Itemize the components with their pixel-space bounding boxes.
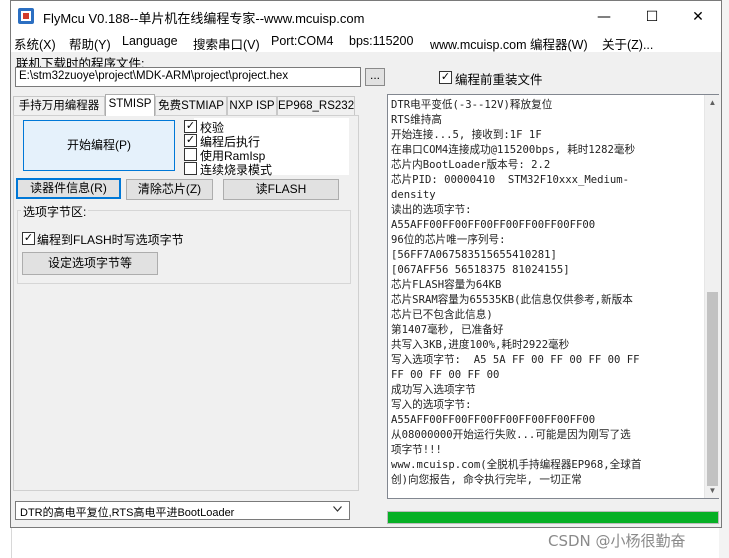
read-device-info-button[interactable]: 读器件信息(R) — [16, 178, 121, 199]
write-option-bytes-label: 编程到FLASH时写选项字节 — [37, 233, 184, 247]
chevron-down-icon[interactable] — [333, 506, 342, 512]
log-line: 芯片PID: 00000410 STM32F10xxx_Medium- — [391, 174, 630, 186]
menu-programmer[interactable]: www.mcuisp.com 编程器(W) — [430, 34, 588, 53]
tab-handheld-programmer[interactable]: 手持万用编程器 — [13, 96, 105, 115]
menu-about[interactable]: 关于(Z)... — [602, 34, 653, 53]
tab-stmisp[interactable]: STMISP — [105, 94, 155, 116]
log-line: 芯片SRAM容量为65535KB(此信息仅供参考,新版本 — [391, 294, 633, 306]
scroll-up-icon[interactable]: ▲ — [705, 96, 720, 110]
use-ramisp-checkbox[interactable] — [184, 148, 197, 161]
log-text: DTR电平变低(-3--12V)释放复位 RTS维持高开始连接...5, 接收到:… — [391, 98, 703, 488]
log-line: [56FF7A067583515655410281] — [391, 249, 557, 261]
menu-language[interactable]: Language — [122, 34, 178, 48]
menu-bar: 系统(X) 帮助(Y) Language 搜索串口(V) Port:COM4 b… — [11, 32, 721, 52]
menu-bps[interactable]: bps:115200 — [349, 34, 413, 48]
log-scrollbar[interactable]: ▲ ▼ — [704, 95, 719, 498]
close-button[interactable]: ✕ — [675, 1, 721, 32]
flymcu-window: FlyMcu V0.188--单片机在线编程专家--www.mcuisp.com… — [10, 0, 722, 528]
log-line: 读出的选项字节: — [391, 204, 472, 216]
reset-mode-select[interactable]: DTR的高电平复位,RTS高电平进BootLoader — [15, 501, 350, 520]
log-line: 96位的芯片唯一序列号: — [391, 234, 506, 246]
scroll-thumb[interactable] — [707, 292, 718, 486]
title-bar: FlyMcu V0.188--单片机在线编程专家--www.mcuisp.com… — [11, 1, 721, 32]
log-line: FF 00 FF 00 FF 00 — [391, 369, 500, 381]
start-programming-button[interactable]: 开始编程(P) — [23, 120, 175, 171]
maximize-button[interactable]: ☐ — [629, 1, 675, 32]
log-line: 芯片内BootLoader版本号: 2.2 — [391, 159, 551, 171]
log-line: 写入的选项字节: — [391, 399, 472, 411]
continuous-mode-checkbox[interactable] — [184, 162, 197, 175]
log-line: [067AFF56 56518375 81024155] — [391, 264, 570, 276]
log-line: 芯片已不包含此信息) — [391, 309, 493, 321]
log-line: 写入选项字节: A5 5A FF 00 FF 00 FF 00 FF — [391, 354, 640, 366]
menu-port[interactable]: Port:COM4 — [271, 34, 334, 48]
log-line: 从08000000开始运行失败...可能是因为刚写了选 — [391, 429, 631, 441]
log-line: DTR电平变低(-3--12V)释放复位 — [391, 99, 553, 111]
browse-button[interactable]: ... — [365, 68, 385, 86]
menu-search-port[interactable]: 搜索串口(V) — [193, 34, 260, 53]
verify-checkbox[interactable]: ✓ — [184, 120, 197, 133]
reload-before-program-label: 编程前重装文件 — [455, 73, 543, 87]
progress-bar — [387, 511, 719, 524]
window-title: FlyMcu V0.188--单片机在线编程专家--www.mcuisp.com — [43, 11, 365, 26]
tab-nxp-isp[interactable]: NXP ISP — [227, 96, 277, 115]
set-option-bytes-button[interactable]: 设定选项字节等 — [22, 252, 158, 275]
log-line: density — [391, 189, 436, 201]
program-file-input[interactable]: E:\stm32zuoye\project\MDK-ARM\project\pr… — [15, 67, 361, 87]
log-line: www.mcuisp.com(全脱机手持编程器EP968,全球首 — [391, 459, 642, 471]
log-line: 创)向您报告, 命令执行完毕, 一切正常 — [391, 474, 582, 486]
log-line: 项字节!!! — [391, 444, 442, 456]
log-line: RTS维持高 — [391, 114, 442, 126]
log-line: A55AFF00FF00FF00FF00FF00FF00FF00 — [391, 414, 596, 426]
log-line: 在串口COM4连接成功@115200bps, 耗时1282毫秒 — [391, 144, 636, 156]
menu-help[interactable]: 帮助(Y) — [69, 34, 111, 53]
menu-system[interactable]: 系统(X) — [14, 34, 56, 53]
progress-fill — [388, 512, 718, 523]
log-line: 第1407毫秒, 已准备好 — [391, 324, 504, 336]
log-line: 开始连接...5, 接收到:1F 1F — [391, 129, 542, 141]
log-output[interactable]: DTR电平变低(-3--12V)释放复位 RTS维持高开始连接...5, 接收到:… — [387, 94, 719, 499]
log-line: 芯片FLASH容量为64KB — [391, 279, 502, 291]
option-bytes-group-title: 选项字节区: — [21, 203, 89, 220]
continuous-mode-label: 连续烧录模式 — [200, 163, 273, 177]
clear-chip-button[interactable]: 清除芯片(Z) — [126, 179, 213, 200]
app-icon — [18, 8, 34, 24]
scroll-down-icon[interactable]: ▼ — [705, 484, 720, 498]
run-after-program-checkbox[interactable]: ✓ — [184, 134, 197, 147]
log-line: 共写入3KB,进度100%,耗时2922毫秒 — [391, 339, 570, 351]
reload-before-program-checkbox[interactable]: ✓ — [439, 71, 452, 84]
read-flash-button[interactable]: 读FLASH — [223, 179, 339, 200]
write-option-bytes-checkbox[interactable]: ✓ — [22, 232, 35, 245]
minimize-button[interactable]: — — [581, 1, 627, 32]
log-line: A55AFF00FF00FF00FF00FF00FF00FF00 — [391, 219, 596, 231]
tab-stmiap[interactable]: 免费STMIAP — [155, 96, 227, 115]
watermark-text: CSDN @小杨很勤奋 — [548, 532, 686, 550]
log-line: 成功写入选项字节 — [391, 384, 476, 396]
tab-ep968-rs232[interactable]: EP968_RS232 — [277, 96, 355, 115]
